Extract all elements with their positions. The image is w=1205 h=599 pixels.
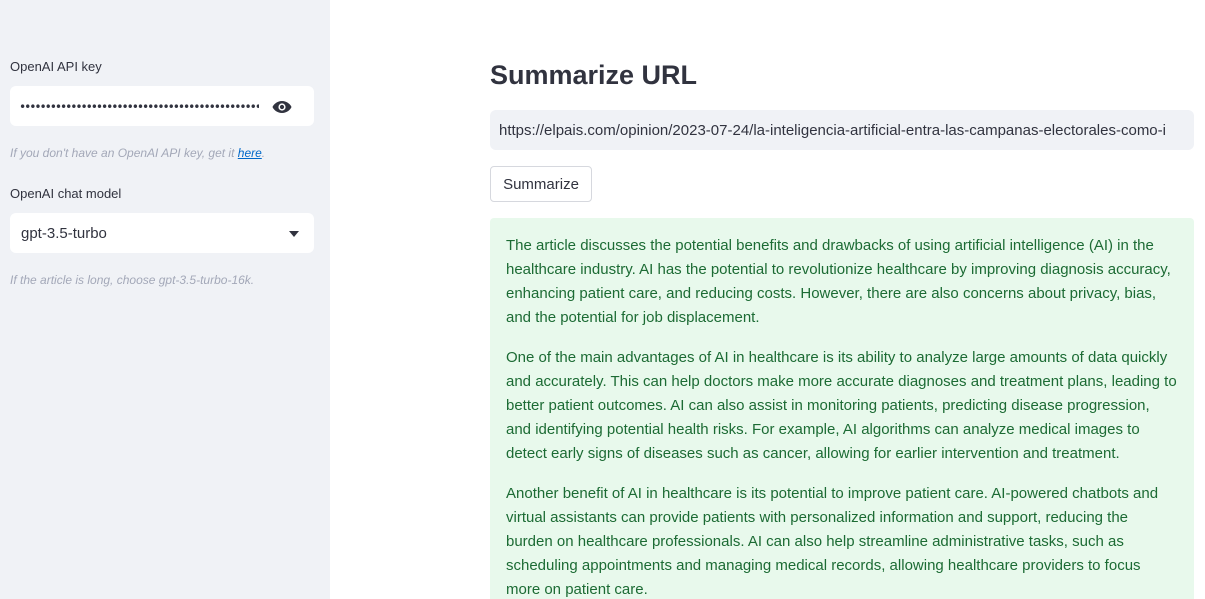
api-key-field: [10, 86, 314, 126]
sidebar: OpenAI API key If you don't have an Open…: [0, 0, 330, 599]
summary-paragraph: Another benefit of AI in healthcare is i…: [506, 485, 1159, 598]
api-key-help: If you don't have an OpenAI API key, get…: [10, 146, 265, 160]
api-key-help-suffix: .: [261, 146, 266, 160]
model-help: If the article is long, choose gpt-3.5-t…: [10, 273, 255, 287]
summary-paragraph: One of the main advantages of AI in heal…: [506, 349, 1177, 462]
show-password-button[interactable]: [269, 97, 295, 117]
model-select-value: gpt-3.5-turbo: [21, 225, 107, 242]
api-key-help-text: If you don't have an OpenAI API key, get…: [10, 146, 238, 160]
chevron-down-icon: [289, 231, 299, 237]
eye-icon: [272, 101, 292, 113]
summary-result: The article discusses the potential bene…: [490, 218, 1194, 599]
api-key-input[interactable]: [19, 95, 259, 119]
api-key-help-link[interactable]: here: [238, 146, 262, 160]
model-select[interactable]: gpt-3.5-turbo: [10, 213, 314, 253]
app-root: OpenAI API key If you don't have an Open…: [0, 0, 1205, 599]
api-key-label: OpenAI API key: [10, 59, 102, 74]
summary-paragraph: The article discusses the potential bene…: [506, 237, 1171, 326]
summarize-button[interactable]: Summarize: [490, 166, 592, 202]
main-content: Summarize URL Summarize The article disc…: [330, 0, 1205, 599]
page-title: Summarize URL: [490, 60, 698, 90]
model-label: OpenAI chat model: [10, 186, 122, 201]
url-input[interactable]: [490, 110, 1194, 150]
